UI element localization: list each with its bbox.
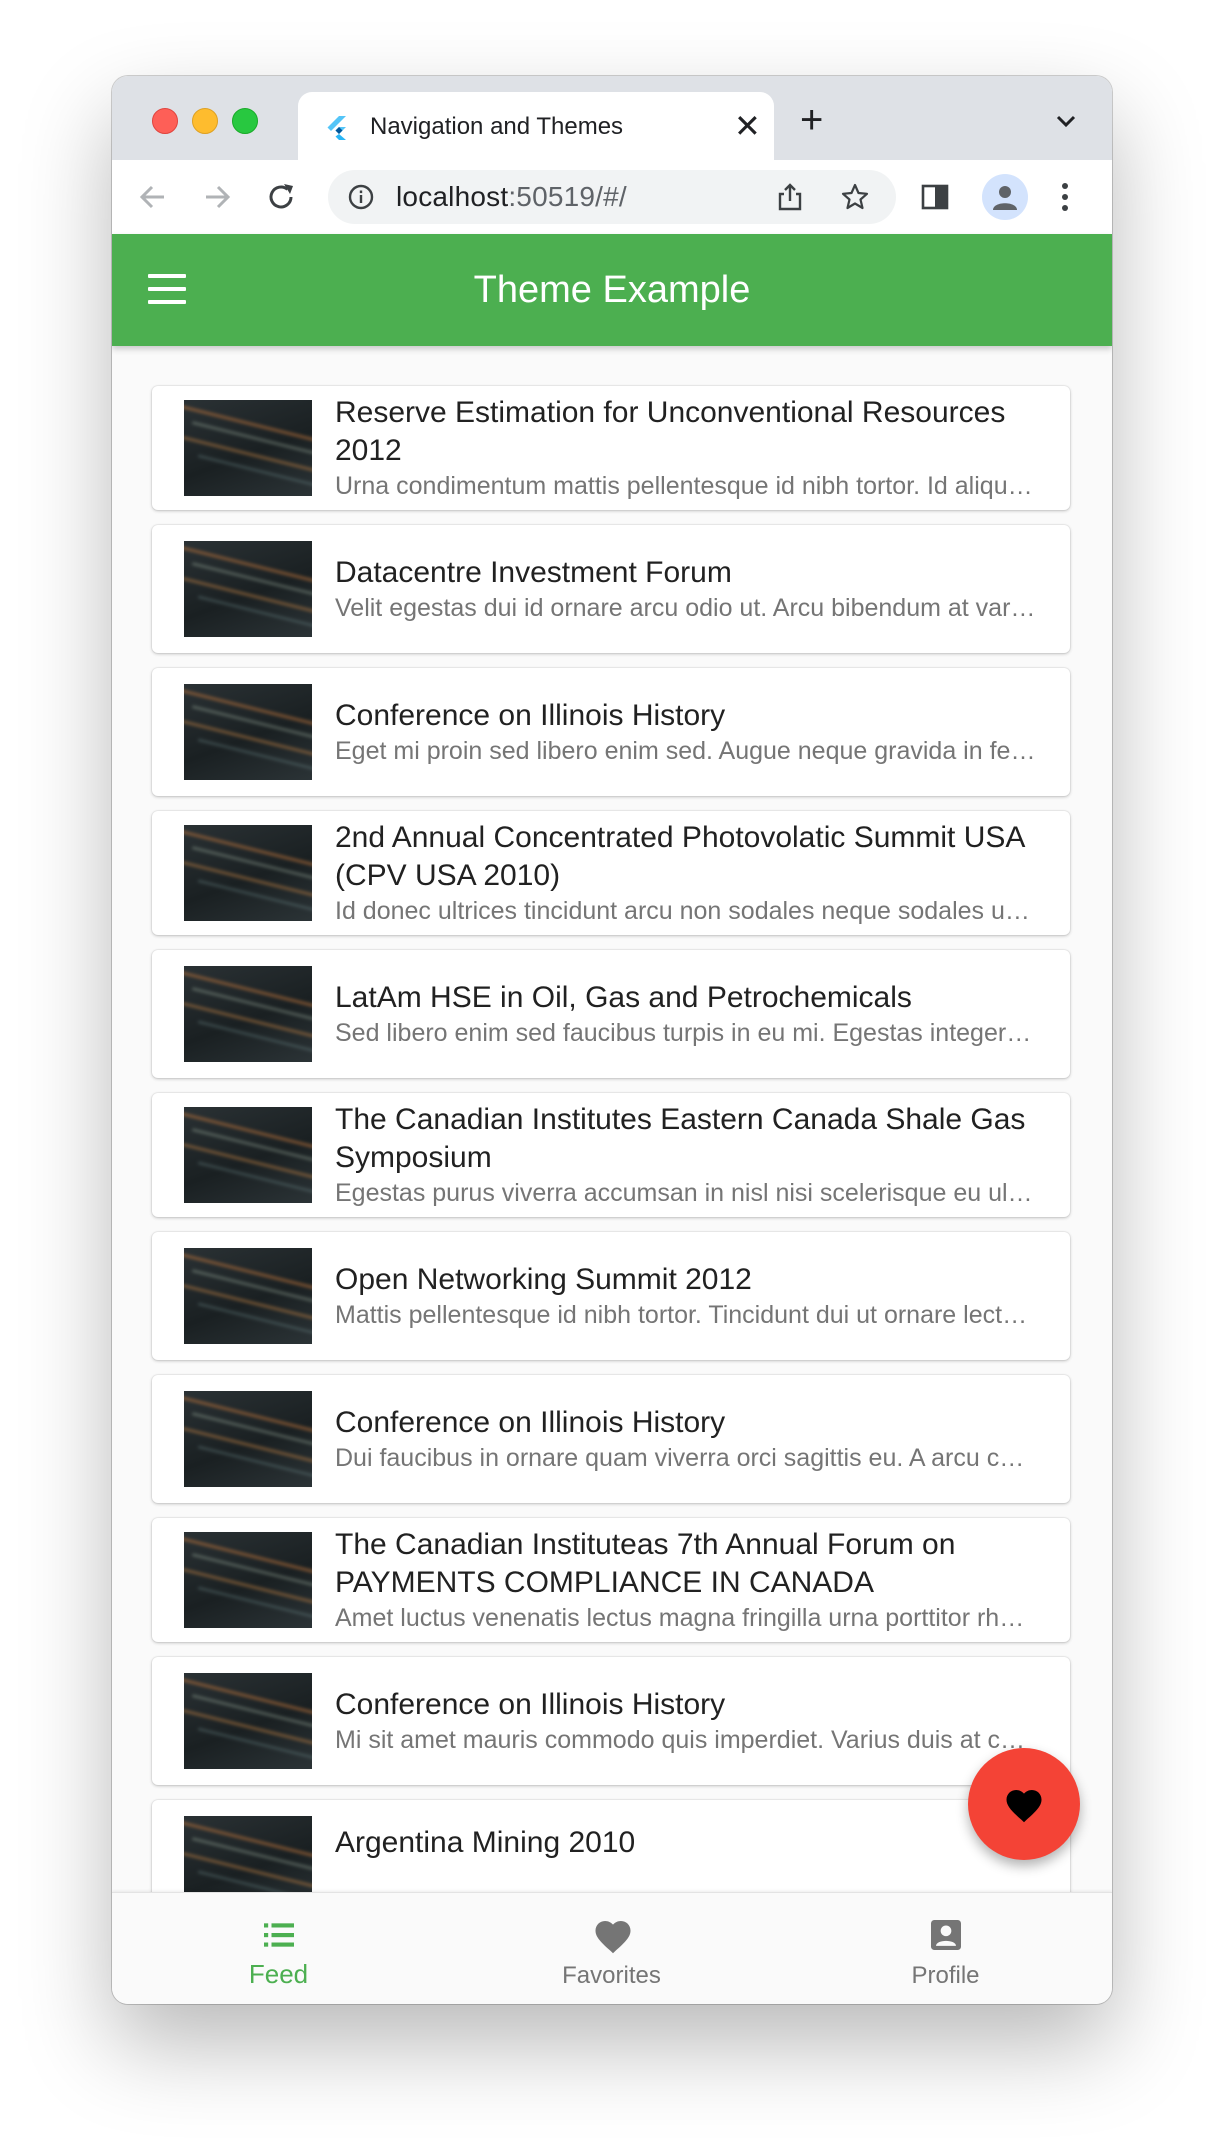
flutter-icon [327,116,346,140]
list-item[interactable]: The Canadian Institutes Eastern Canada S… [152,1093,1070,1217]
event-thumbnail [184,966,312,1062]
item-title: Open Networking Summit 2012 [335,1263,752,1296]
event-thumbnail [184,1391,312,1487]
feed-list[interactable]: Reserve Estimation for Unconventional Re… [112,346,1112,1936]
nav-item-profile[interactable]: Profile [779,1893,1112,2004]
item-subtitle: Egestas purus viverra accumsan in nisl n… [335,1179,1036,1207]
tab-strip: Navigation and Themes ✕ + [112,76,1112,160]
item-title: Reserve Estimation for Unconventional Re… [335,396,1006,467]
item-subtitle: Urna condimentum mattis pellentesque id … [335,472,1036,500]
item-title: LatAm HSE in Oil, Gas and Petrochemicals [335,981,912,1014]
list-icon [264,1923,294,1947]
forward-arrow-icon[interactable] [200,180,234,214]
list-item[interactable]: Conference on Illinois History Eget mi pr… [152,668,1070,796]
item-subtitle: Velit egestas dui id ornare arcu odio ut… [335,594,1036,622]
event-thumbnail [184,1248,312,1344]
person-icon [993,186,1017,210]
item-title: 2nd Annual Concentrated Photovolatic Sum… [335,821,1024,892]
item-subtitle: Mattis pellentesque id nibh tortor. Tinc… [335,1301,1036,1329]
browser-toolbar: localhost:50519/#/ [112,160,1112,235]
new-tab-button[interactable]: + [800,100,823,140]
reload-icon[interactable] [264,180,298,214]
event-thumbnail [184,541,312,637]
item-title: Conference on Illinois History [335,699,726,732]
list-item[interactable]: 2nd Annual Concentrated Photovolatic Sum… [152,811,1070,935]
event-thumbnail [184,684,312,780]
event-thumbnail [184,1673,312,1769]
url-text: localhost:50519/#/ [396,181,627,212]
account-box-icon [931,1920,961,1950]
heart-icon [595,1921,631,1954]
side-panel-icon[interactable] [920,182,950,212]
item-subtitle: Amet luctus venenatis lectus magna fring… [335,1604,1036,1632]
list-item[interactable]: Conference on Illinois History Mi sit ame… [152,1657,1070,1785]
heart-icon [1006,1790,1042,1823]
close-window-button[interactable] [152,108,178,134]
tab-title: Navigation and Themes [370,113,624,140]
list-item[interactable]: The Canadian Instituteas 7th Annual Foru… [152,1518,1070,1642]
list-item[interactable]: Datacentre Investment Forum Velit egestas… [152,525,1070,653]
item-subtitle: Id donec ultrices tincidunt arcu non sod… [335,897,1036,925]
list-item[interactable]: Reserve Estimation for Unconventional Re… [152,386,1070,510]
profile-avatar[interactable] [982,174,1028,220]
more-vert-icon[interactable] [1058,180,1072,214]
maximize-window-button[interactable] [232,108,258,134]
item-title: Datacentre Investment Forum [335,556,732,589]
item-title: The Canadian Instituteas 7th Annual Foru… [335,1528,956,1599]
chevron-down-icon[interactable] [1054,112,1078,132]
favorite-fab[interactable] [968,1748,1080,1860]
bottom-navigation: Feed Favorites Profile [112,1892,1112,2004]
list-item[interactable]: LatAm HSE in Oil, Gas and Petrochemicals… [152,950,1070,1078]
item-title: Argentina Mining 2010 [335,1826,636,1859]
nav-label-profile: Profile [911,1962,980,1989]
share-icon[interactable] [776,182,804,212]
close-tab-icon[interactable]: ✕ [734,110,761,142]
nav-label-favorites: Favorites [562,1962,661,1989]
nav-item-feed[interactable]: Feed [112,1893,445,2004]
event-thumbnail [184,1107,312,1203]
site-info-icon[interactable] [348,184,374,210]
back-arrow-icon[interactable] [136,180,170,214]
nav-item-favorites[interactable]: Favorites [445,1893,778,2004]
minimize-window-button[interactable] [192,108,218,134]
item-subtitle: Dui faucibus in ornare quam viverra orci… [335,1444,1036,1472]
list-item[interactable]: Open Networking Summit 2012 Mattis pellen… [152,1232,1070,1360]
browser-window: Navigation and Themes ✕ + localhost:5051… [112,76,1112,2004]
browser-tab[interactable]: Navigation and Themes ✕ [298,92,774,160]
nav-label-feed: Feed [248,1959,309,1989]
event-thumbnail [184,825,312,921]
item-subtitle: Eget mi proin sed libero enim sed. Augue… [335,737,1036,765]
event-thumbnail [184,400,312,496]
item-subtitle: Mi sit amet mauris commodo quis imperdie… [335,1726,1036,1754]
item-title: The Canadian Institutes Eastern Canada S… [335,1103,1026,1174]
address-bar[interactable]: localhost:50519/#/ [328,170,896,224]
item-subtitle: Sed libero enim sed faucibus turpis in e… [335,1019,1036,1047]
item-title: Conference on Illinois History [335,1688,726,1721]
bookmark-star-icon[interactable] [840,182,870,212]
list-item[interactable]: Conference on Illinois History Dui faucib… [152,1375,1070,1503]
event-thumbnail [184,1532,312,1628]
item-title: Conference on Illinois History [335,1406,726,1439]
app-title: Theme Example [473,269,751,311]
app-bar: Theme Example [112,234,1112,346]
